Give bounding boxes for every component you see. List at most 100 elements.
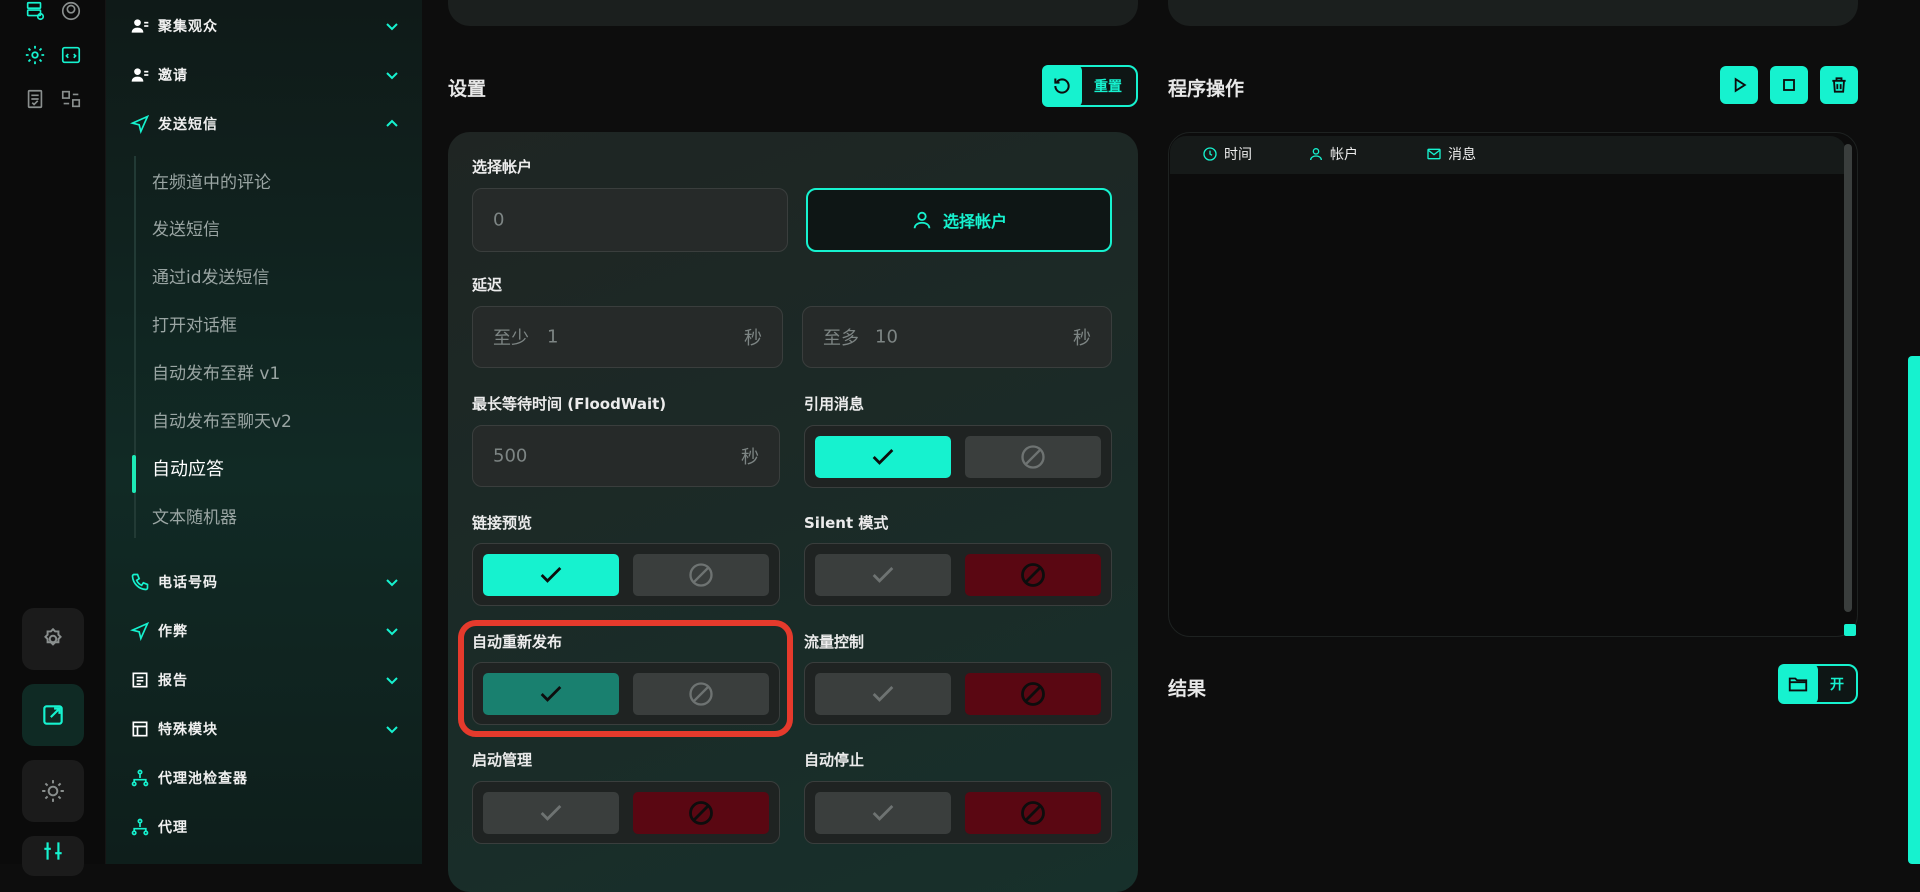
sidebar-group-audience[interactable]: 聚集观众 (130, 10, 410, 42)
quote-toggle (804, 425, 1112, 488)
silent-off-button[interactable] (965, 554, 1101, 596)
phone-icon (130, 572, 150, 592)
delete-button[interactable] (1820, 66, 1858, 104)
module-icon (130, 719, 150, 739)
sidebar-item-send-sms[interactable]: 发送短信 (152, 218, 220, 242)
auto-stop-toggle (804, 781, 1112, 844)
stop-button[interactable] (1770, 66, 1808, 104)
sidebar-group-cheat[interactable]: 作弊 (130, 615, 410, 647)
sidebar-group-label: 聚集观众 (158, 19, 218, 35)
active-indicator (132, 455, 136, 493)
delay-max-input[interactable]: 至多 10 秒 (802, 306, 1112, 368)
check-icon (872, 805, 894, 821)
gear-icon[interactable] (22, 42, 48, 68)
link-preview-on-button[interactable] (483, 554, 619, 596)
log-column-account[interactable]: 帐户 (1308, 144, 1358, 164)
user-icon (1310, 148, 1322, 161)
sidebar-group-report[interactable]: 报告 (130, 664, 410, 696)
silent-toggle (804, 543, 1112, 606)
floodwait-value: 500 (493, 445, 528, 467)
mail-icon (1427, 148, 1441, 160)
open-results-button[interactable]: 开 (1778, 664, 1858, 704)
sidebar-group-send-sms[interactable]: 发送短信 (130, 108, 410, 140)
block-icon (1021, 563, 1045, 587)
quote-on-button[interactable] (815, 436, 951, 478)
sidebar-group-proxy-checker[interactable]: 代理池检查器 (130, 762, 410, 794)
link-preview-off-button[interactable] (633, 554, 769, 596)
block-icon (689, 801, 713, 825)
check-icon (872, 567, 894, 583)
quote-label: 引用消息 (804, 395, 865, 413)
auto-stop-label: 自动停止 (804, 751, 865, 769)
account-count-input[interactable]: 0 (472, 188, 788, 252)
silent-on-button[interactable] (815, 554, 951, 596)
sidebar-item-autopost-v2[interactable]: 自动发布至聊天v2 (152, 410, 292, 434)
auto-manage-label: 启动管理 (472, 751, 533, 769)
user-add-icon (130, 65, 150, 85)
database-settings-icon[interactable] (22, 0, 48, 24)
swap-icon[interactable] (58, 86, 84, 112)
check-icon (872, 449, 894, 465)
auto-stop-off-button[interactable] (965, 792, 1101, 834)
sidebar-item-text-randomizer[interactable]: 文本随机器 (152, 506, 237, 530)
log-header: 时间 帐户 消息 (1170, 136, 1846, 174)
log-panel (1168, 132, 1858, 637)
code-window-icon[interactable] (58, 42, 84, 68)
settings-button[interactable] (22, 608, 84, 670)
sidebar-group-label: 发送短信 (158, 117, 218, 133)
sidebar-group-invite[interactable]: 邀请 (130, 59, 410, 91)
sidebar-group-label: 作弊 (158, 624, 188, 640)
block-icon (1021, 801, 1045, 825)
floodwait-input[interactable]: 500 秒 (472, 425, 780, 487)
page-scrollbar[interactable] (1908, 356, 1920, 864)
network-icon (130, 817, 150, 837)
user-icon (913, 211, 931, 229)
sliders-button[interactable] (22, 836, 84, 876)
log-scrollbar[interactable] (1844, 144, 1852, 612)
select-account-button[interactable]: 选择帐户 (806, 188, 1112, 252)
auto-manage-on-button[interactable] (483, 792, 619, 834)
block-icon (689, 563, 713, 587)
reset-button[interactable]: 重置 (1042, 65, 1138, 107)
sidebar-group-proxy[interactable]: 代理 (130, 811, 410, 843)
sidebar-item-autopost-v1[interactable]: 自动发布至群 v1 (152, 362, 280, 386)
theme-toggle-button[interactable] (22, 760, 84, 822)
operations-title: 程序操作 (1168, 78, 1245, 100)
send-icon (130, 114, 150, 134)
auto-manage-off-button[interactable] (633, 792, 769, 834)
account-icon[interactable] (58, 0, 84, 24)
select-account-label: 选择帐户 (472, 158, 533, 176)
delay-min-prefix: 至少 (493, 328, 529, 349)
icon-rail (0, 0, 106, 876)
sidebar-item-channel-comments[interactable]: 在频道中的评论 (152, 171, 271, 195)
sidebar-group-label: 特殊模块 (158, 722, 218, 738)
delay-min-input[interactable]: 至少 1 秒 (472, 306, 783, 368)
external-link-button[interactable] (22, 684, 84, 746)
resize-handle-icon[interactable] (1844, 624, 1856, 636)
sidebar-item-send-sms-by-id[interactable]: 通过id发送短信 (152, 266, 270, 290)
sidebar-item-auto-reply[interactable]: 自动应答 (152, 458, 224, 482)
sidebar-item-open-dialog[interactable]: 打开对话框 (152, 314, 237, 338)
trash-icon (1832, 77, 1846, 93)
checklist-icon[interactable] (22, 86, 48, 112)
sidebar-group-phone[interactable]: 电话号码 (130, 566, 410, 598)
auto-stop-on-button[interactable] (815, 792, 951, 834)
quote-off-button[interactable] (965, 436, 1101, 478)
delay-max-value: 10 (875, 326, 898, 348)
delay-label: 延迟 (472, 276, 503, 294)
log-column-time[interactable]: 时间 (1202, 144, 1252, 164)
send-check-icon (130, 621, 150, 641)
log-column-message[interactable]: 消息 (1426, 144, 1476, 164)
account-count-value: 0 (493, 209, 505, 231)
chevron-down-icon (386, 579, 398, 587)
flow-control-toggle (804, 662, 1112, 725)
flow-control-off-button[interactable] (965, 673, 1101, 715)
top-panel-right (1168, 0, 1858, 26)
play-button[interactable] (1720, 66, 1758, 104)
flow-control-on-button[interactable] (815, 673, 951, 715)
settings-title: 设置 (448, 78, 487, 100)
link-preview-label: 链接预览 (472, 514, 533, 532)
reset-label: 重置 (1094, 79, 1122, 95)
chevron-down-icon (386, 677, 398, 685)
sidebar-group-special-modules[interactable]: 特殊模块 (130, 713, 410, 745)
